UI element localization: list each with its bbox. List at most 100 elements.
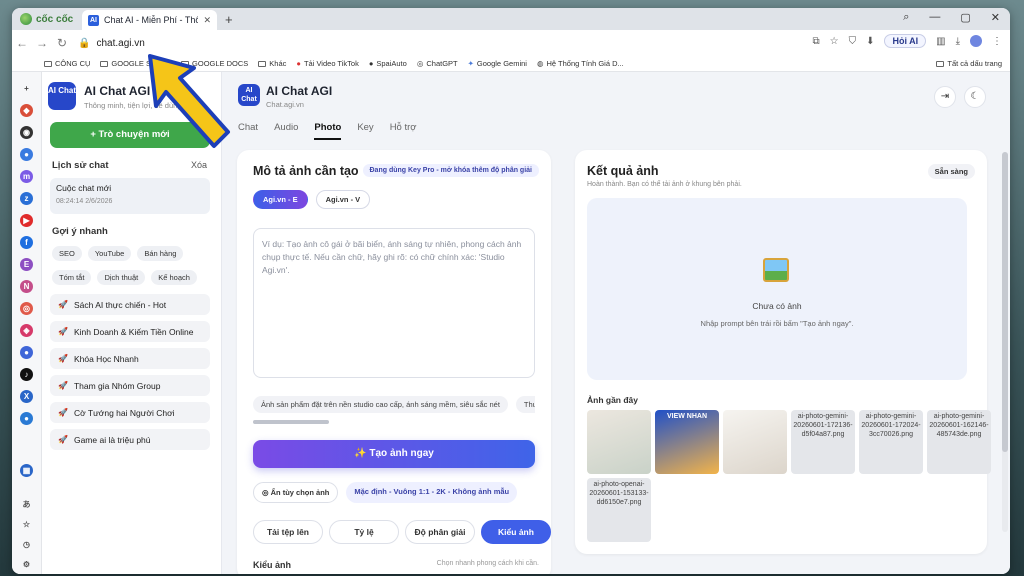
facebook-icon[interactable]: f <box>20 236 33 249</box>
folder-icon <box>100 60 109 67</box>
recent-image-thumb[interactable]: ai-photo-openai-20260601-153133-dd6150e7… <box>587 478 651 542</box>
close-tab-icon[interactable]: ✕ <box>203 15 211 26</box>
app-icon[interactable]: ● <box>20 412 33 425</box>
aspect-ratio-button[interactable]: Tỷ lệ <box>329 520 399 544</box>
tab-audio[interactable]: Audio <box>274 122 298 140</box>
image-style-button[interactable]: Kiểu ảnh <box>481 520 551 544</box>
history-heading: Lịch sử chat <box>52 160 109 171</box>
app-icon[interactable]: ● <box>20 148 33 161</box>
youtube-icon[interactable]: ▶ <box>20 214 33 227</box>
model-option-v[interactable]: Agi.vn - V <box>315 190 371 209</box>
suggestion-chip[interactable]: Thumbna <box>515 396 535 413</box>
chip-youtube[interactable]: YouTube <box>87 246 132 261</box>
generate-image-button[interactable]: ✨ Tạo ảnh ngay <box>253 440 535 468</box>
upload-file-button[interactable]: Tải tệp lên <box>253 520 323 544</box>
app-icon[interactable]: ◉ <box>20 126 33 139</box>
quick-link[interactable]: 🚀 Sách AI thực chiến - Hot <box>50 294 210 315</box>
prompt-textarea[interactable]: Ví dụ: Tạo ảnh cô gái ở bãi biển, ánh sá… <box>253 228 535 378</box>
rocket-icon: 🚀 <box>58 354 68 363</box>
quick-link[interactable]: 🚀 Cờ Tướng hai Người Chơi <box>50 402 210 423</box>
shield-icon[interactable]: ⛉ <box>849 36 857 47</box>
tab-key[interactable]: Key <box>357 122 373 140</box>
add-icon[interactable]: + <box>20 82 33 95</box>
chip-seo[interactable]: SEO <box>52 246 82 261</box>
quick-link[interactable]: 🚀 Khóa Học Nhanh <box>50 348 210 369</box>
translate-icon[interactable]: あ <box>20 498 33 511</box>
rocket-icon: 🚀 <box>58 327 68 336</box>
status-badge: Sẵn sàng <box>927 164 975 179</box>
result-card-title: Kết quả ảnh <box>587 164 659 178</box>
all-bookmarks[interactable]: Tất cả dấu trang <box>936 59 1002 68</box>
quick-link[interactable]: 🚀 Tham gia Nhóm Group <box>50 375 210 396</box>
app-icon[interactable]: X <box>20 390 33 403</box>
zalo-icon[interactable]: z <box>20 192 33 205</box>
profile-avatar[interactable] <box>970 35 982 47</box>
page-scrollbar[interactable] <box>1002 152 1008 532</box>
back-button[interactable]: ← <box>12 36 32 50</box>
downloads-icon[interactable]: ⤓ <box>956 36 960 47</box>
app-icon[interactable]: ▦ <box>20 464 33 477</box>
bookmark-item[interactable]: ✦ Google Gemini <box>468 59 527 68</box>
download-icon[interactable]: ⬇ <box>866 36 874 47</box>
messenger-icon[interactable]: m <box>20 170 33 183</box>
bookmark-item[interactable]: ● Tải Video TikTok <box>296 59 358 68</box>
bookmark-item[interactable]: ● SpaiAuto <box>369 59 407 68</box>
chip-plan[interactable]: Kế hoạch <box>151 270 197 285</box>
bookmark-item[interactable]: Khác <box>258 59 286 68</box>
app-icon[interactable]: ◎ <box>20 302 33 315</box>
recent-image-thumb[interactable]: ai-photo-gemini-20260601-172024-3cc70026… <box>859 410 923 474</box>
suggestion-chip[interactable]: Ảnh sản phẩm đặt trên nền studio cao cấp… <box>253 396 508 413</box>
tab-support[interactable]: Hỗ trợ <box>390 122 417 140</box>
forward-button[interactable]: → <box>32 36 52 50</box>
pro-key-badge: Đang dùng Key Pro - mở khóa thêm độ phân… <box>362 164 539 177</box>
screenshot-icon[interactable]: ⧉ <box>812 36 819 47</box>
recent-image-thumb[interactable] <box>723 410 787 474</box>
bookmark-item[interactable]: CÔNG CỤ <box>44 59 90 68</box>
instagram-icon[interactable]: ◈ <box>20 324 33 337</box>
maximize-button[interactable]: ▢ <box>960 11 970 24</box>
chip-translate[interactable]: Dịch thuật <box>97 270 146 285</box>
chatgpt-icon: ◎ <box>416 59 424 68</box>
reload-button[interactable]: ↻ <box>52 36 72 50</box>
chip-sales[interactable]: Bán hàng <box>137 246 184 261</box>
folder-icon <box>44 60 52 67</box>
tiktok-icon[interactable]: ♪ <box>20 368 33 381</box>
close-window-button[interactable]: ✕ <box>991 11 1000 24</box>
recent-image-thumb[interactable]: ai-photo-gemini-20260601-172136-d5f04a87… <box>791 410 855 474</box>
chat-history-item[interactable]: Cuộc chat mới 08:24:14 2/6/2026 <box>50 178 210 214</box>
hoi-ai-button[interactable]: Hỏi AI <box>884 34 927 48</box>
bookmark-star-icon[interactable]: ☆ <box>830 36 839 47</box>
app-icon[interactable]: N <box>20 280 33 293</box>
chip-summary[interactable]: Tóm tắt <box>52 270 92 285</box>
model-option-e[interactable]: Agi.vn - E <box>253 190 308 209</box>
recent-image-thumb[interactable] <box>587 410 651 474</box>
tab-search-icon[interactable]: ⌕ <box>903 11 909 24</box>
resolution-button[interactable]: Độ phân giải <box>405 520 475 544</box>
recent-image-thumb[interactable]: ai-photo-gemini-20260601-162146-485743de… <box>927 410 991 474</box>
horizontal-scrollbar[interactable] <box>253 420 329 424</box>
tab-photo[interactable]: Photo <box>314 122 342 140</box>
app-icon[interactable]: ● <box>20 346 33 359</box>
quick-link[interactable]: 🚀 Kinh Doanh & Kiếm Tiền Online <box>50 321 210 342</box>
settings-icon[interactable]: ⚙ <box>20 558 33 571</box>
exit-icon[interactable]: ⇥ <box>934 86 956 108</box>
app-icon[interactable]: ◆ <box>20 104 33 117</box>
app-icon[interactable]: E <box>20 258 33 271</box>
bookmark-item[interactable]: ◎ ChatGPT <box>417 59 458 68</box>
dark-mode-icon[interactable]: ☾ <box>964 86 986 108</box>
browser-tab[interactable]: AI Chat AI - Miễn Phí - Thông ✕ <box>82 10 217 30</box>
rocket-icon: 🚀 <box>58 408 68 417</box>
delete-history-button[interactable]: Xóa <box>191 160 207 170</box>
bookmark-item[interactable]: ◍ Hệ Thống Tính Giá D... <box>537 59 624 68</box>
browser-brand[interactable]: cốc cốc <box>12 13 82 25</box>
minimize-button[interactable]: — <box>929 11 940 24</box>
menu-icon[interactable]: ⋮ <box>992 36 1002 47</box>
recent-image-thumb[interactable]: VIEW NHAN <box>655 410 719 474</box>
sidebar-toggle-icon[interactable]: ▥ <box>936 36 945 47</box>
star-icon[interactable]: ☆ <box>20 518 33 531</box>
history-icon[interactable]: ◷ <box>20 538 33 551</box>
hide-options-button[interactable]: ◎ Ẩn tùy chọn ảnh <box>253 482 339 503</box>
quick-link[interactable]: 🚀 Game ai là triệu phú <box>50 429 210 450</box>
new-tab-button[interactable]: + <box>225 12 233 27</box>
page-scrollbar-thumb[interactable] <box>1002 152 1008 452</box>
